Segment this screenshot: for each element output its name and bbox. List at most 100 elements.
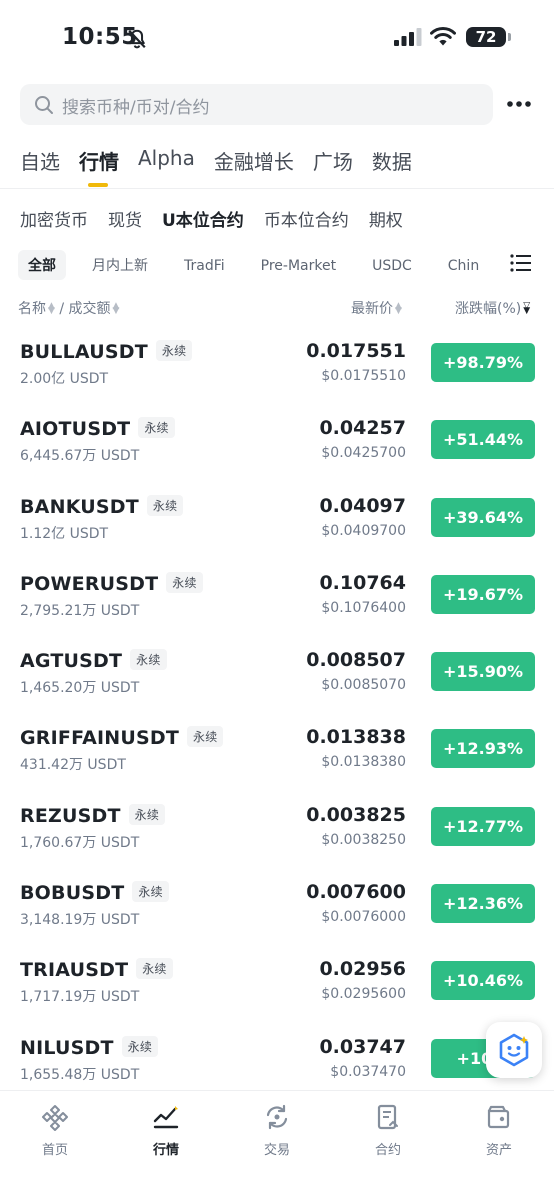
bottom-navigation: 首页 行情 交易 合约 资产 [0, 1090, 554, 1200]
tab-alpha[interactable]: Alpha [138, 146, 195, 175]
subtab-coinm-futures[interactable]: 币本位合约 [264, 206, 349, 231]
row-price: 0.04257 [319, 417, 406, 440]
row-volume: 431.42万 USDT [20, 757, 126, 774]
row-usd-price: $0.0085070 [321, 677, 406, 694]
chip-pre-market[interactable]: Pre-Market [251, 253, 346, 279]
futures-document-icon [377, 1104, 398, 1130]
filter-chips: 全部 月内上新 TradFi Pre-Market USDC Chin [18, 250, 498, 280]
symbol-text: GRIFFAINUSDT [20, 727, 179, 750]
column-volume-label: 成交额 [68, 301, 111, 317]
chip-new-this-month[interactable]: 月内上新 [82, 250, 158, 280]
row-change-badge[interactable]: +19.67% [431, 574, 535, 614]
symbol-text: TRIAUSDT [20, 959, 129, 982]
row-volume: 1,465.20万 USDT [20, 680, 140, 697]
row-price: 0.013838 [306, 726, 406, 749]
row-usd-price: $0.1076400 [321, 599, 406, 616]
symbol-text: AGTUSDT [20, 650, 123, 673]
row-change-badge[interactable]: +39.64% [431, 497, 535, 537]
trade-exchange-icon [266, 1104, 288, 1130]
search-bar[interactable]: 搜索币种/币对/合约 [20, 84, 493, 125]
row-symbol: REZUSDT 永续 [20, 803, 166, 827]
tab-earn-growth[interactable]: 金融增长 [214, 146, 294, 175]
row-change-badge[interactable]: +12.36% [431, 884, 535, 924]
more-options-icon[interactable] [506, 94, 532, 114]
row-change-badge[interactable]: +98.79% [431, 343, 535, 382]
column-name-volume[interactable]: 名称 ▲ ▼ / 成交额 ▲ ▼ [18, 298, 119, 318]
tab-square[interactable]: 广场 [313, 146, 353, 175]
column-headers: 名称 ▲ ▼ / 成交额 ▲ ▼ 最新价 ▲ ▼ 涨跌幅(%) ▽ ▼ [18, 298, 538, 320]
row-symbol: NILUSDT 永续 [20, 1035, 159, 1059]
chip-chinese[interactable]: Chin [438, 253, 489, 279]
tab-markets[interactable]: 行情 [79, 146, 119, 187]
perpetual-tag: 永续 [130, 649, 167, 671]
perpetual-tag: 永续 [138, 417, 175, 439]
market-row[interactable]: GRIFFAINUSDT 永续 431.42万 USDT 0.013838 $0.… [0, 718, 554, 795]
row-symbol: BULLAUSDT 永续 [20, 340, 193, 363]
tab-data[interactable]: 数据 [372, 146, 412, 175]
row-price: 0.017551 [306, 340, 406, 362]
nav-futures[interactable]: 合约 [348, 1103, 428, 1158]
nav-assets[interactable]: 资产 [459, 1103, 539, 1158]
market-row[interactable]: REZUSDT 永续 1,760.67万 USDT 0.003825 $0.003… [0, 796, 554, 873]
chip-all[interactable]: 全部 [18, 250, 66, 280]
list-menu-icon[interactable] [510, 254, 532, 272]
perpetual-tag: 永续 [166, 571, 203, 593]
row-price: 0.10764 [319, 571, 406, 594]
column-separator: / [59, 301, 65, 317]
sort-desc-icon: ▽ ▼ [523, 301, 531, 316]
sort-icon: ▲ ▼ [395, 301, 402, 316]
battery-level: 72 [475, 28, 497, 46]
perpetual-tag: 永续 [146, 494, 184, 516]
column-change[interactable]: 涨跌幅(%) ▽ ▼ [455, 298, 530, 318]
market-row[interactable]: BOBUSDT 永续 3,148.19万 USDT 0.007600 $0.007… [0, 873, 554, 950]
subtab-usdm-futures[interactable]: U本位合约 [162, 206, 244, 231]
bell-muted-icon [128, 29, 146, 49]
nav-home[interactable]: 首页 [15, 1103, 95, 1158]
nav-trade[interactable]: 交易 [237, 1103, 317, 1158]
perpetual-tag: 永续 [128, 803, 166, 825]
nav-futures-label: 合约 [374, 1143, 401, 1158]
tabs-divider [0, 188, 554, 189]
row-price: 0.04097 [319, 494, 406, 517]
row-change-badge[interactable]: +12.77% [431, 806, 535, 846]
row-change-badge[interactable]: +12.93% [431, 729, 535, 769]
nav-markets-label: 行情 [152, 1143, 179, 1158]
market-row[interactable]: AGTUSDT 永续 1,465.20万 USDT 0.008507 $0.008… [0, 641, 554, 718]
column-price-label: 最新价 [351, 301, 393, 317]
row-usd-price: $0.0409700 [321, 522, 406, 539]
market-row[interactable]: TRIAUSDT 永续 1,717.19万 USDT 0.02956 $0.029… [0, 950, 554, 1027]
tab-favorites[interactable]: 自选 [20, 146, 60, 175]
symbol-text: NILUSDT [20, 1036, 114, 1059]
sort-icon: ▲ ▼ [112, 301, 120, 316]
sub-tabs: 加密货币 现货 U本位合约 币本位合约 期权 [20, 206, 423, 231]
search-icon [35, 96, 53, 114]
ai-assistant-button[interactable] [486, 1022, 542, 1078]
column-name-label: 名称 [18, 301, 46, 317]
row-price: 0.03747 [319, 1035, 406, 1058]
row-volume: 6,445.67万 USDT [20, 448, 140, 465]
assistant-face-icon [499, 1033, 529, 1067]
nav-markets[interactable]: 行情 [126, 1103, 206, 1158]
row-symbol: BANKUSDT 永续 [20, 494, 184, 518]
row-change-badge[interactable]: +10.46% [431, 961, 535, 1001]
market-row[interactable]: BANKUSDT 永续 1.12亿 USDT 0.04097 $0.0409700… [0, 487, 554, 564]
chart-line-icon [153, 1106, 179, 1129]
chip-tradfi[interactable]: TradFi [174, 253, 235, 279]
row-usd-price: $0.0425700 [321, 445, 406, 462]
market-row[interactable]: AIOTUSDT 永续 6,445.67万 USDT 0.04257 $0.042… [0, 409, 554, 486]
row-change-badge[interactable]: +15.90% [431, 652, 535, 692]
row-symbol: AIOTUSDT 永续 [20, 417, 175, 440]
subtab-crypto[interactable]: 加密货币 [20, 206, 88, 231]
nav-home-label: 首页 [41, 1143, 68, 1158]
column-price[interactable]: 最新价 ▲ ▼ [351, 298, 402, 318]
search-placeholder: 搜索币种/币对/合约 [62, 98, 210, 118]
subtab-options[interactable]: 期权 [369, 206, 403, 231]
row-price: 0.02956 [319, 958, 406, 981]
column-change-label: 涨跌幅(%) [455, 301, 522, 317]
chip-usdc[interactable]: USDC [362, 253, 422, 279]
home-diamond-icon [42, 1105, 68, 1131]
row-change-badge[interactable]: +51.44% [431, 420, 535, 460]
market-row[interactable]: POWERUSDT 永续 2,795.21万 USDT 0.10764 $0.10… [0, 564, 554, 641]
market-row[interactable]: BULLAUSDT 永续 2.00亿 USDT 0.017551 $0.01755… [0, 332, 554, 409]
subtab-spot[interactable]: 现货 [108, 206, 142, 231]
